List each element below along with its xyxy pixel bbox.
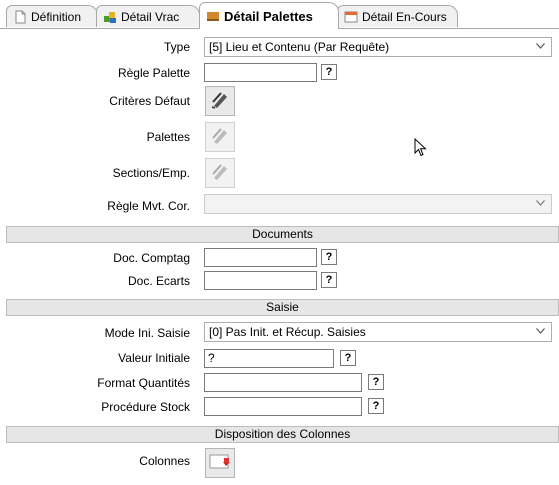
type-select[interactable]: [5] Lieu et Contenu (Par Requête) xyxy=(204,37,552,57)
section-header-saisie: Saisie xyxy=(6,299,559,316)
sections-emp-label: Sections/Emp. xyxy=(112,166,190,180)
type-label: Type xyxy=(163,40,190,54)
pencil-edit-icon xyxy=(210,162,230,185)
procedure-stock-help-button[interactable]: ? xyxy=(368,398,384,414)
regle-mvt-label: Règle Mvt. Cor. xyxy=(107,199,190,213)
mode-ini-saisie-label: Mode Ini. Saisie xyxy=(104,326,190,340)
criteres-defaut-label: Critères Défaut xyxy=(109,94,190,108)
section-header-disposition: Disposition des Colonnes xyxy=(6,426,559,443)
doc-comptage-help-button[interactable]: ? xyxy=(321,249,337,265)
colonnes-button[interactable] xyxy=(205,448,235,478)
pencil-edit-icon xyxy=(210,90,230,113)
window-icon xyxy=(344,10,358,24)
doc-ecarts-input[interactable] xyxy=(204,271,317,290)
tab-bar: Définition Détail Vrac Détail Palettes D… xyxy=(0,0,559,29)
chevron-down-icon xyxy=(536,43,545,49)
doc-comptage-label: Doc. Comptag xyxy=(113,251,190,265)
palettes-button[interactable] xyxy=(205,122,235,152)
procedure-stock-input[interactable] xyxy=(204,397,362,416)
palettes-label: Palettes xyxy=(146,130,190,144)
valeur-initiale-input[interactable]: ? xyxy=(204,349,334,368)
criteres-defaut-button[interactable] xyxy=(205,86,235,116)
format-quantites-help-button[interactable]: ? xyxy=(368,374,384,390)
tab-detail-palettes-label: Détail Palettes xyxy=(224,8,313,24)
valeur-initiale-help-button[interactable]: ? xyxy=(340,350,356,366)
chevron-down-icon xyxy=(536,328,545,334)
tab-detail-en-cours[interactable]: Détail En-Cours xyxy=(337,5,458,27)
document-icon xyxy=(13,10,27,24)
mode-ini-saisie-select[interactable]: [0] Pas Init. et Récup. Saisies xyxy=(204,322,552,342)
sections-emp-button[interactable] xyxy=(205,158,235,188)
mode-ini-saisie-select-value: [0] Pas Init. et Récup. Saisies xyxy=(209,325,366,339)
pencil-edit-icon xyxy=(210,126,230,149)
bulk-items-icon xyxy=(103,10,117,24)
type-select-value: [5] Lieu et Contenu (Par Requête) xyxy=(209,40,390,54)
columns-icon xyxy=(209,453,231,474)
tab-detail-vrac[interactable]: Détail Vrac xyxy=(96,5,200,27)
tab-detail-vrac-label: Détail Vrac xyxy=(121,9,180,24)
procedure-stock-label: Procédure Stock xyxy=(101,400,190,414)
chevron-down-icon xyxy=(536,200,545,206)
tab-definition[interactable]: Définition xyxy=(6,5,98,27)
tab-detail-palettes[interactable]: Détail Palettes xyxy=(199,2,339,29)
format-quantites-input[interactable] xyxy=(204,373,362,392)
doc-ecarts-label: Doc. Ecarts xyxy=(127,274,190,288)
regle-palette-help-button[interactable]: ? xyxy=(321,64,337,80)
mouse-cursor-icon xyxy=(414,138,427,157)
format-quantites-label: Format Quantités xyxy=(97,376,190,390)
regle-mvt-select[interactable] xyxy=(204,194,552,214)
colonnes-label: Colonnes xyxy=(139,454,190,468)
doc-ecarts-help-button[interactable]: ? xyxy=(321,272,337,288)
valeur-initiale-label: Valeur Initiale xyxy=(118,351,190,365)
doc-comptage-input[interactable] xyxy=(204,248,317,267)
section-header-documents: Documents xyxy=(6,226,559,243)
tab-detail-en-cours-label: Détail En-Cours xyxy=(362,9,447,24)
pallet-icon xyxy=(206,9,220,23)
tab-definition-label: Définition xyxy=(31,9,82,24)
regle-palette-label: Règle Palette xyxy=(117,66,190,80)
regle-palette-input[interactable] xyxy=(204,63,317,82)
